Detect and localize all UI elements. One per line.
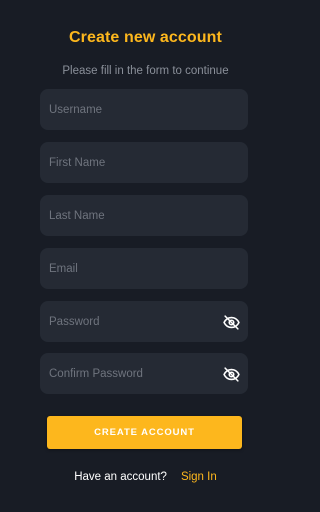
last-name-input[interactable] <box>40 195 248 236</box>
last-name-field-container <box>40 195 248 236</box>
username-input[interactable] <box>40 89 248 130</box>
eye-off-icon[interactable] <box>220 363 242 385</box>
signin-prompt: Have an account? Sign In <box>0 471 291 483</box>
confirm-password-field-container <box>40 353 248 394</box>
confirm-password-input[interactable] <box>40 353 248 394</box>
eye-off-icon[interactable] <box>220 311 242 333</box>
email-field-container <box>40 248 248 289</box>
page-subtitle: Please fill in the form to continue <box>62 65 229 77</box>
password-input[interactable] <box>40 301 248 342</box>
page-title: Create new account <box>69 29 222 46</box>
password-field-container <box>40 301 248 342</box>
first-name-input[interactable] <box>40 142 248 183</box>
create-account-button[interactable]: CREATE ACCOUNT <box>47 416 242 449</box>
have-account-text: Have an account? <box>74 471 167 483</box>
sign-in-link[interactable]: Sign In <box>181 471 217 483</box>
first-name-field-container <box>40 142 248 183</box>
create-account-screen: Create new account Please fill in the fo… <box>0 0 291 512</box>
email-input[interactable] <box>40 248 248 289</box>
username-field-container <box>40 89 248 130</box>
